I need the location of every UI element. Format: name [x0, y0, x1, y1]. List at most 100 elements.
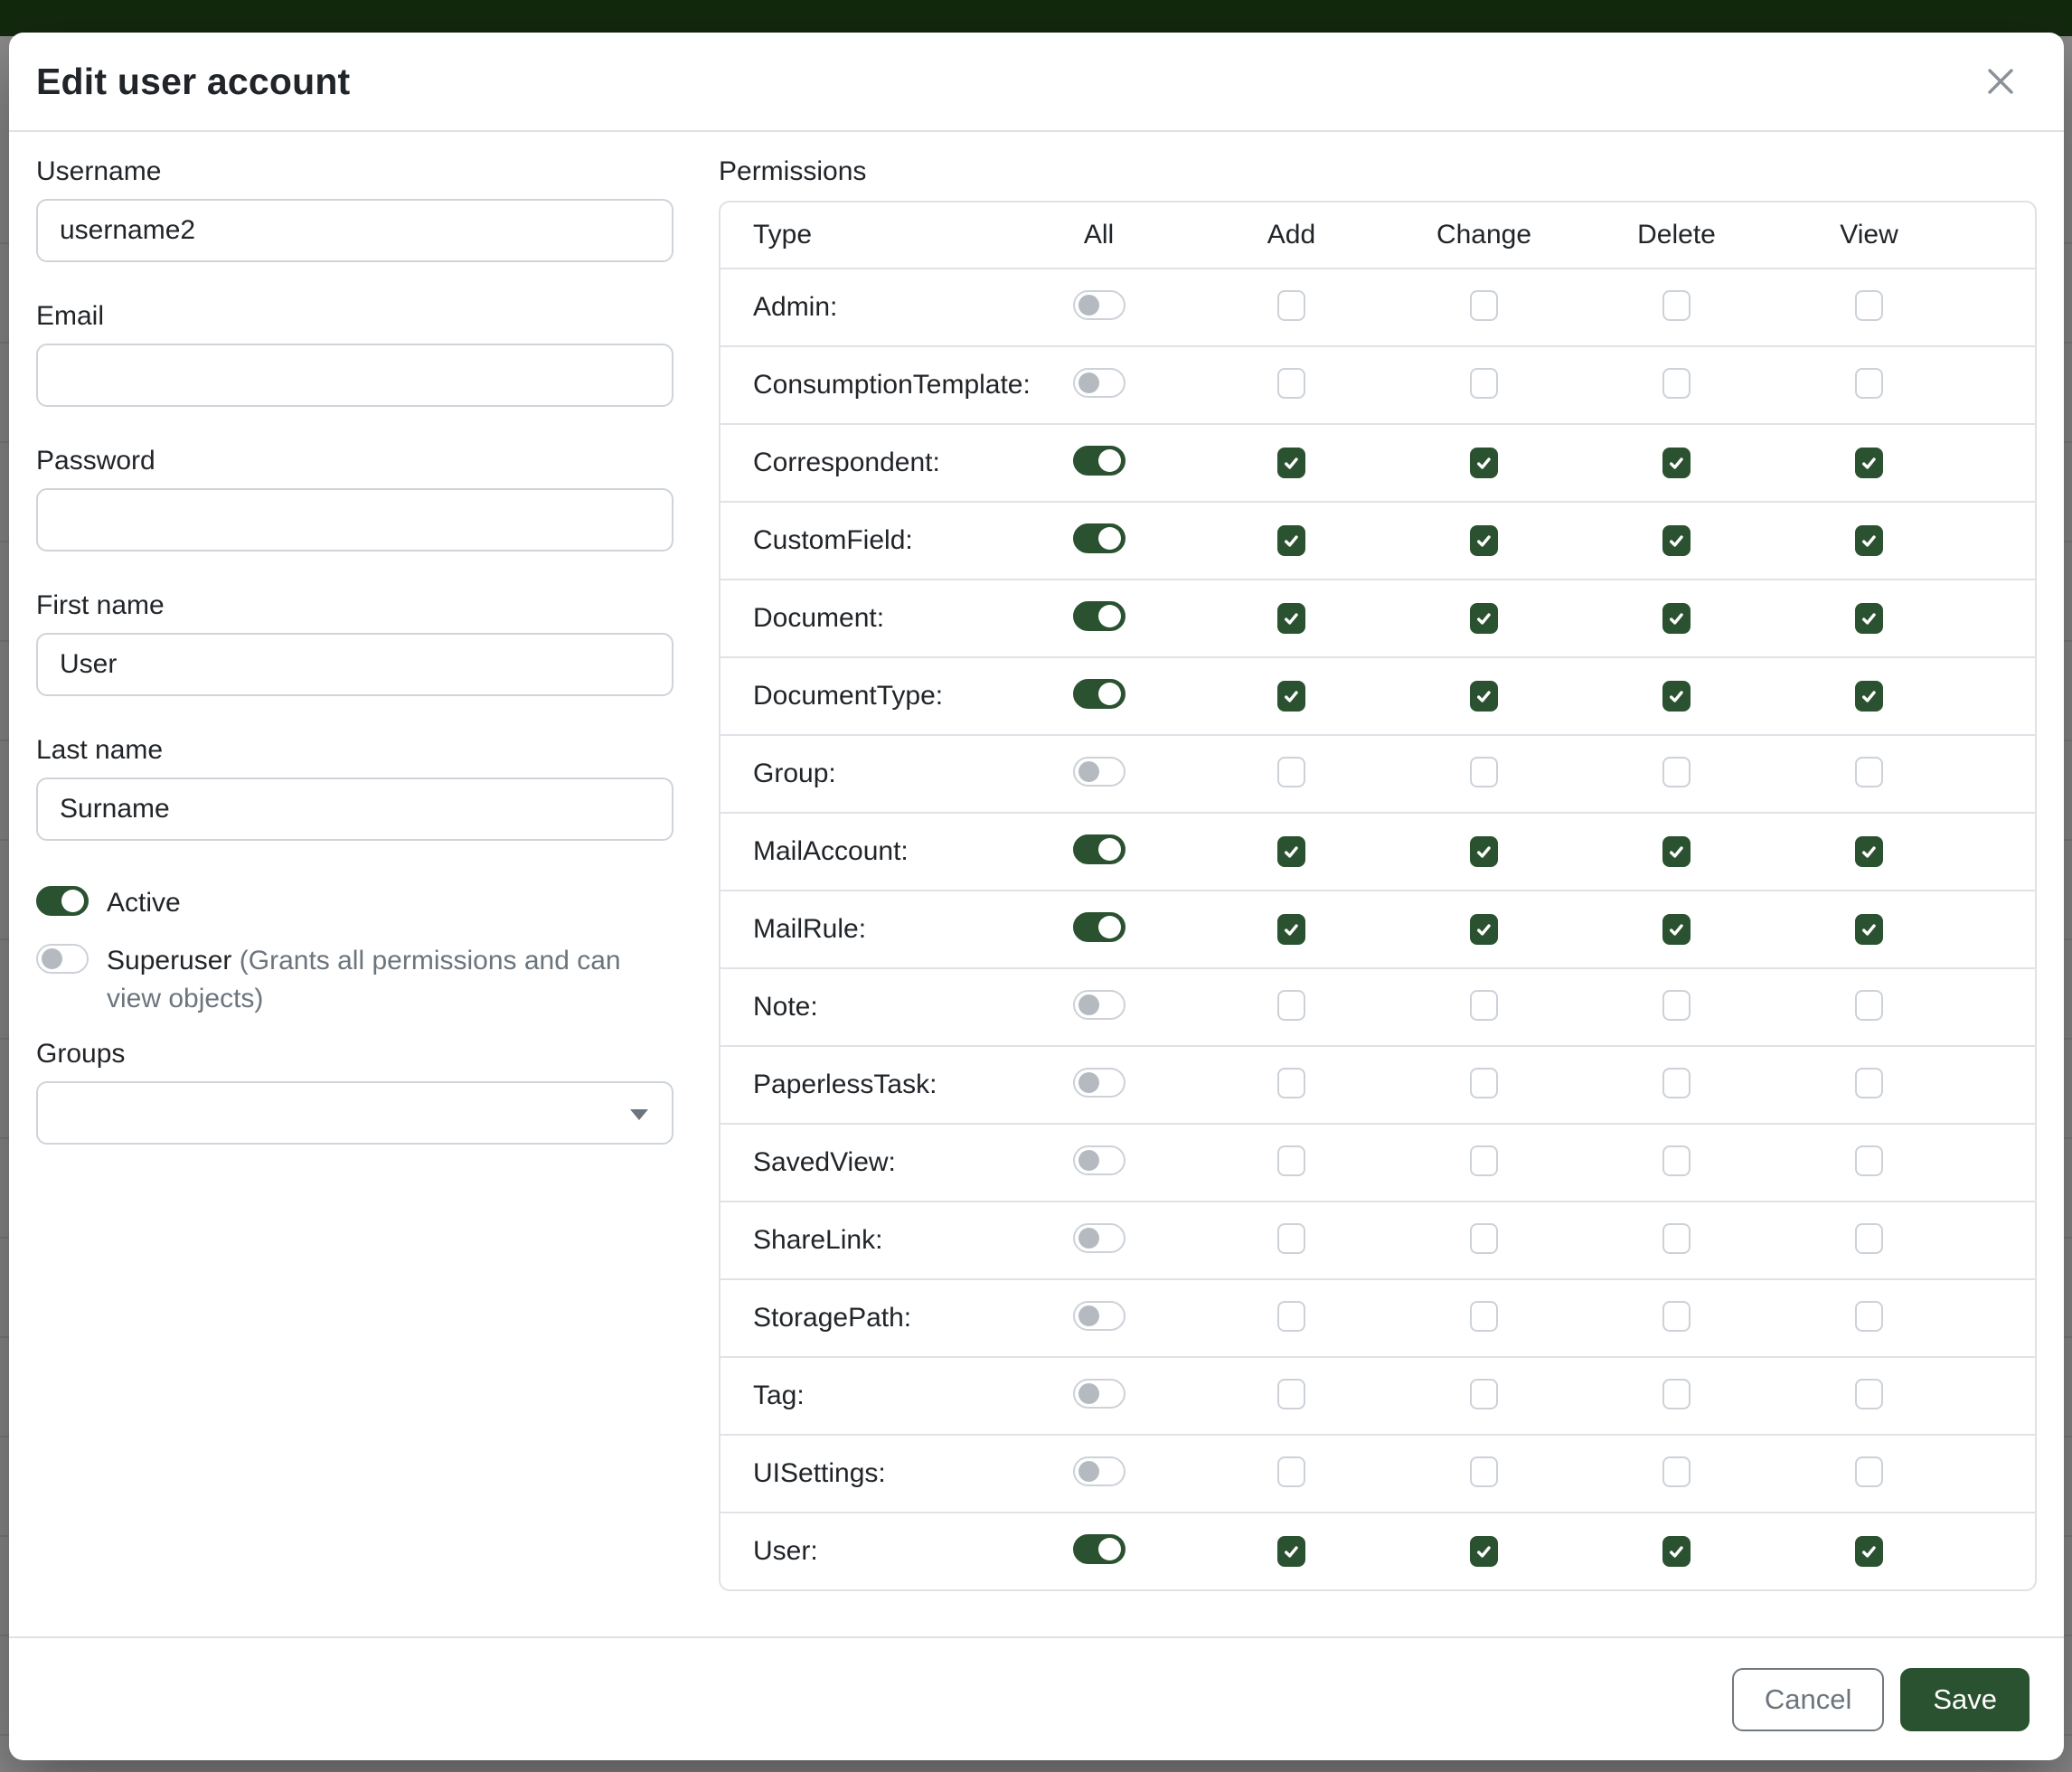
add-checkbox[interactable] [1277, 448, 1305, 478]
password-field[interactable] [36, 488, 673, 551]
view-checkbox[interactable] [1855, 1145, 1883, 1176]
view-checkbox[interactable] [1855, 1379, 1883, 1409]
change-checkbox[interactable] [1470, 757, 1498, 787]
view-checkbox[interactable] [1855, 914, 1883, 945]
all-toggle[interactable] [1073, 990, 1125, 1020]
change-checkbox[interactable] [1470, 603, 1498, 634]
add-checkbox[interactable] [1277, 290, 1305, 321]
add-checkbox[interactable] [1277, 836, 1305, 867]
change-checkbox[interactable] [1470, 1068, 1498, 1098]
delete-checkbox[interactable] [1662, 603, 1691, 634]
all-toggle[interactable] [1073, 679, 1125, 709]
change-checkbox[interactable] [1470, 290, 1498, 321]
change-checkbox[interactable] [1470, 1456, 1498, 1487]
username-input[interactable] [36, 199, 673, 262]
groups-select-input[interactable] [36, 1081, 673, 1145]
change-checkbox[interactable] [1470, 990, 1498, 1021]
view-checkbox[interactable] [1855, 525, 1883, 556]
add-checkbox[interactable] [1277, 1379, 1305, 1409]
active-toggle[interactable] [36, 886, 89, 916]
all-toggle[interactable] [1073, 912, 1125, 942]
delete-checkbox[interactable] [1662, 290, 1691, 321]
add-checkbox[interactable] [1277, 1456, 1305, 1487]
change-checkbox[interactable] [1470, 1223, 1498, 1254]
change-checkbox[interactable] [1470, 1536, 1498, 1567]
all-toggle[interactable] [1073, 834, 1125, 864]
superuser-toggle[interactable] [36, 944, 89, 974]
view-checkbox[interactable] [1855, 836, 1883, 867]
view-checkbox[interactable] [1855, 1068, 1883, 1098]
add-checkbox[interactable] [1277, 603, 1305, 634]
delete-checkbox[interactable] [1662, 1456, 1691, 1487]
email-field[interactable] [36, 344, 673, 407]
save-button[interactable]: Save [1900, 1668, 2030, 1731]
all-toggle[interactable] [1073, 368, 1125, 398]
view-checkbox[interactable] [1855, 368, 1883, 399]
delete-checkbox[interactable] [1662, 1068, 1691, 1098]
first-name-field[interactable] [36, 633, 673, 696]
all-toggle[interactable] [1073, 1301, 1125, 1331]
view-checkbox[interactable] [1855, 681, 1883, 712]
delete-checkbox[interactable] [1662, 757, 1691, 787]
toggle-knob [1078, 295, 1099, 316]
add-checkbox[interactable] [1277, 525, 1305, 556]
change-checkbox[interactable] [1470, 1301, 1498, 1332]
add-checkbox[interactable] [1277, 1301, 1305, 1332]
delete-checkbox[interactable] [1662, 368, 1691, 399]
close-icon[interactable] [1977, 58, 2024, 105]
add-checkbox[interactable] [1277, 990, 1305, 1021]
add-checkbox[interactable] [1277, 757, 1305, 787]
delete-checkbox[interactable] [1662, 1145, 1691, 1176]
view-checkbox[interactable] [1855, 1301, 1883, 1332]
change-checkbox[interactable] [1470, 1379, 1498, 1409]
add-checkbox[interactable] [1277, 681, 1305, 712]
all-toggle[interactable] [1073, 1145, 1125, 1175]
all-toggle[interactable] [1073, 1534, 1125, 1564]
change-checkbox[interactable] [1470, 1145, 1498, 1176]
change-checkbox[interactable] [1470, 681, 1498, 712]
add-checkbox[interactable] [1277, 1223, 1305, 1254]
delete-checkbox[interactable] [1662, 525, 1691, 556]
all-toggle[interactable] [1073, 1068, 1125, 1098]
all-toggle[interactable] [1073, 446, 1125, 476]
add-checkbox[interactable] [1277, 1145, 1305, 1176]
view-checkbox[interactable] [1855, 757, 1883, 787]
delete-checkbox[interactable] [1662, 448, 1691, 478]
change-checkbox[interactable] [1470, 525, 1498, 556]
view-checkbox[interactable] [1855, 1223, 1883, 1254]
cancel-button[interactable]: Cancel [1732, 1668, 1885, 1731]
all-toggle[interactable] [1073, 523, 1125, 553]
view-checkbox[interactable] [1855, 1456, 1883, 1487]
all-toggle[interactable] [1073, 601, 1125, 631]
view-checkbox[interactable] [1855, 1536, 1883, 1567]
view-checkbox[interactable] [1855, 448, 1883, 478]
all-toggle[interactable] [1073, 757, 1125, 787]
permission-row-paperlesstask: PaperlessTask: [720, 1045, 2035, 1123]
add-checkbox[interactable] [1277, 914, 1305, 945]
view-checkbox[interactable] [1855, 990, 1883, 1021]
delete-checkbox[interactable] [1662, 990, 1691, 1021]
all-toggle[interactable] [1073, 1379, 1125, 1409]
view-checkbox[interactable] [1855, 290, 1883, 321]
groups-select[interactable] [36, 1081, 673, 1145]
delete-checkbox[interactable] [1662, 1223, 1691, 1254]
change-checkbox[interactable] [1470, 368, 1498, 399]
view-checkbox[interactable] [1855, 603, 1883, 634]
add-checkbox[interactable] [1277, 368, 1305, 399]
add-checkbox[interactable] [1277, 1536, 1305, 1567]
all-toggle[interactable] [1073, 1223, 1125, 1253]
change-checkbox[interactable] [1470, 448, 1498, 478]
delete-checkbox[interactable] [1662, 836, 1691, 867]
delete-checkbox[interactable] [1662, 681, 1691, 712]
delete-checkbox[interactable] [1662, 1379, 1691, 1409]
column-header-delete: Delete [1637, 220, 1716, 250]
change-checkbox[interactable] [1470, 914, 1498, 945]
delete-checkbox[interactable] [1662, 1536, 1691, 1567]
delete-checkbox[interactable] [1662, 914, 1691, 945]
add-checkbox[interactable] [1277, 1068, 1305, 1098]
all-toggle[interactable] [1073, 1456, 1125, 1486]
all-toggle[interactable] [1073, 290, 1125, 320]
last-name-field[interactable] [36, 778, 673, 841]
change-checkbox[interactable] [1470, 836, 1498, 867]
delete-checkbox[interactable] [1662, 1301, 1691, 1332]
